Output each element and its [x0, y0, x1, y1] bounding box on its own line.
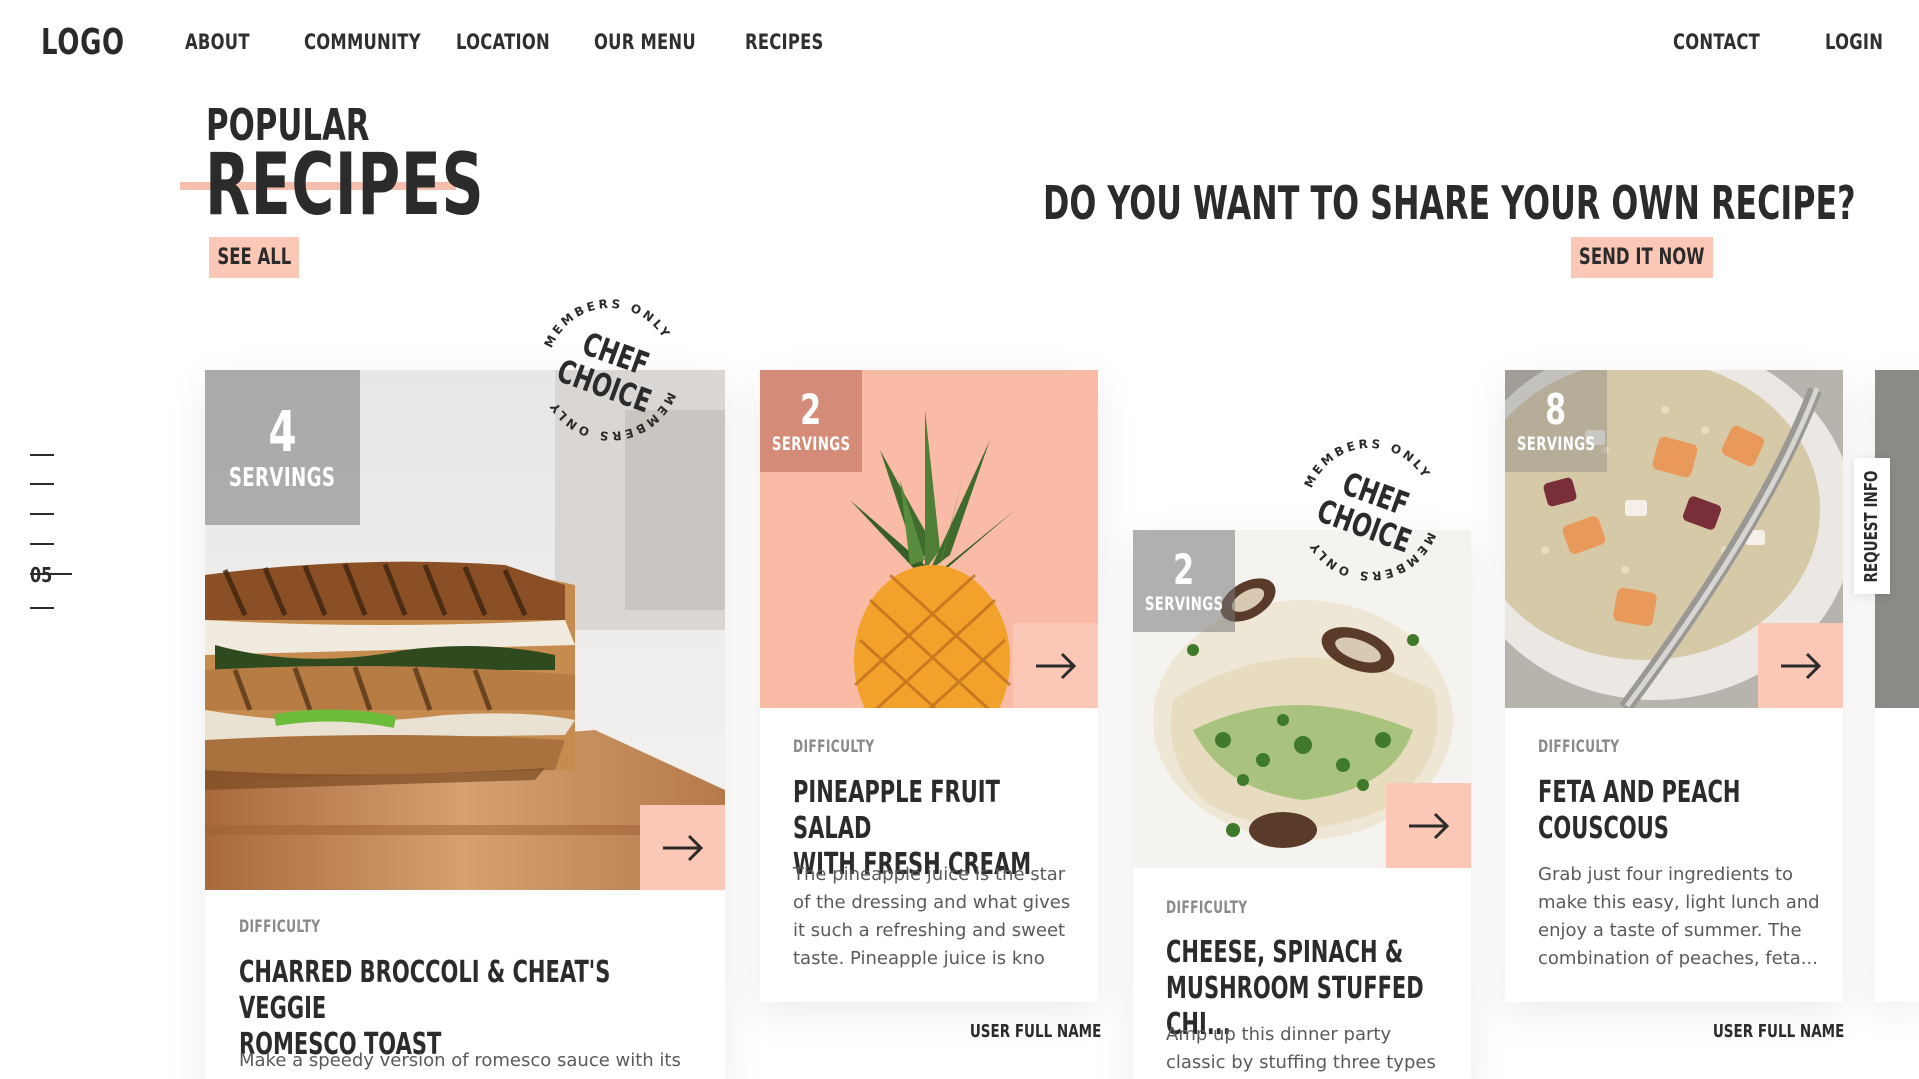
- pager-tick[interactable]: [30, 483, 54, 485]
- recipe-image-couscous: 8 SERVINGS: [1505, 370, 1843, 708]
- arrow-right-icon: [1780, 652, 1821, 679]
- nav-about[interactable]: ABOUT: [185, 30, 250, 54]
- difficulty-label: DIFFICULTY: [793, 737, 875, 757]
- pager-tick[interactable]: [30, 543, 54, 545]
- open-recipe-button[interactable]: [640, 805, 725, 890]
- open-recipe-button[interactable]: [1013, 623, 1098, 708]
- see-all-label: SEE ALL: [217, 245, 291, 270]
- servings-count: 2: [1173, 544, 1195, 594]
- recipe-card[interactable]: 8 SERVINGS DIFFICULTY FETA AND PEACH COU…: [1505, 370, 1843, 1002]
- recipe-image-pineapple: 2 SERVINGS: [760, 370, 1098, 708]
- servings-count: 8: [1545, 384, 1567, 434]
- servings-label: SERVINGS: [229, 462, 336, 493]
- share-question: DO YOU WANT TO SHARE YOUR OWN RECIPE?: [1043, 176, 1856, 230]
- see-all-button[interactable]: SEE ALL: [209, 237, 299, 278]
- servings-badge: 2 SERVINGS: [1133, 530, 1235, 632]
- servings-badge: 8 SERVINGS: [1505, 370, 1607, 472]
- servings-label: SERVINGS: [771, 432, 851, 455]
- send-it-now-button[interactable]: SEND IT NOW: [1571, 237, 1713, 278]
- difficulty-label: DIFFICULTY: [1166, 898, 1248, 918]
- servings-count: 2: [800, 384, 822, 434]
- pager-tick[interactable]: [30, 607, 54, 609]
- recipe-title[interactable]: FETA AND PEACH COUSCOUS: [1538, 775, 1818, 847]
- pager-tick[interactable]: [30, 513, 54, 515]
- nav-recipes[interactable]: RECIPES: [745, 30, 824, 54]
- arrow-right-icon: [1408, 812, 1449, 839]
- recipe-card[interactable]: 2 SERVINGS DIFFICULTY CHEESE, SPINACH & …: [1133, 530, 1471, 1079]
- page-title: RECIPES: [205, 135, 485, 235]
- recipe-description: Make a speedy version of romesco sauce w…: [239, 1050, 681, 1071]
- nav-location[interactable]: LOCATION: [456, 30, 550, 54]
- difficulty-label: DIFFICULTY: [1538, 737, 1620, 757]
- open-recipe-button[interactable]: [1758, 623, 1843, 708]
- servings-label: SERVINGS: [1516, 432, 1596, 455]
- recipe-description: Grab just four ingredients to make this …: [1538, 864, 1820, 969]
- author-name[interactable]: USER FULL NAME: [970, 1021, 1101, 1042]
- servings-badge: 2 SERVINGS: [760, 370, 862, 472]
- pager-current: 05: [30, 563, 53, 587]
- send-it-now-label: SEND IT NOW: [1579, 245, 1705, 270]
- recipe-card[interactable]: 4 SERVINGS DIFFICULTY CHARRED BROCCOLI &…: [205, 370, 725, 1079]
- servings-count: 4: [268, 399, 297, 465]
- servings-label: SERVINGS: [1144, 592, 1224, 615]
- pager-active-line: [30, 573, 72, 575]
- request-info-label: REQUEST INFO: [1861, 470, 1883, 582]
- pager-tick[interactable]: [30, 454, 54, 456]
- arrow-right-icon: [662, 834, 703, 861]
- difficulty-label: DIFFICULTY: [239, 917, 321, 937]
- servings-badge: 4 SERVINGS: [205, 370, 360, 525]
- recipe-description: The pineapple juice is the star of the d…: [793, 864, 1071, 969]
- chef-choice-badge: MEMBERS ONLY MEMBERS ONLY CHEF CHOICE: [1300, 430, 1440, 590]
- logo[interactable]: LOGO: [41, 22, 125, 63]
- recipe-description: Amp up this dinner party classic by stuf…: [1166, 1024, 1436, 1073]
- arrow-right-icon: [1035, 652, 1076, 679]
- nav-login[interactable]: LOGIN: [1825, 30, 1883, 54]
- open-recipe-button[interactable]: [1386, 783, 1471, 868]
- nav-our-menu[interactable]: OUR MENU: [594, 30, 696, 54]
- chef-choice-badge: MEMBERS ONLY MEMBERS ONLY CHEF CHOICE: [540, 290, 680, 450]
- request-info-tab[interactable]: REQUEST INFO: [1854, 458, 1890, 594]
- recipe-card[interactable]: 2 SERVINGS DIFFICULTY PINEAPPLE FRUIT SA…: [760, 370, 1098, 1002]
- nav-community[interactable]: COMMUNITY: [304, 30, 421, 54]
- nav-contact[interactable]: CONTACT: [1673, 30, 1760, 54]
- author-name[interactable]: USER FULL NAME: [1713, 1021, 1844, 1042]
